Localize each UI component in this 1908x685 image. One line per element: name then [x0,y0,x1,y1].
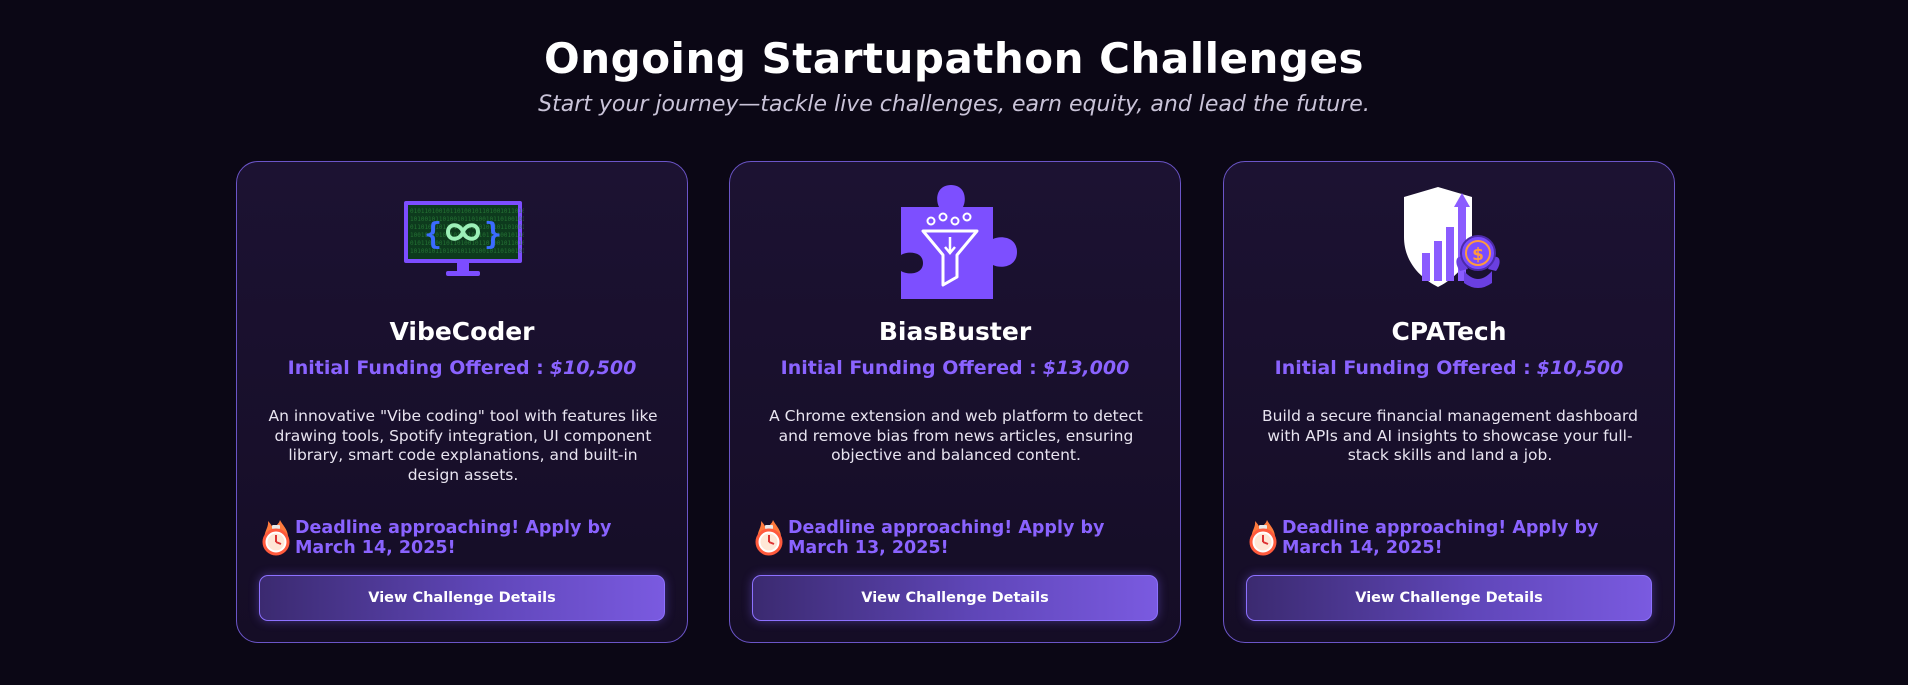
stopwatch-fire-icon [261,518,291,556]
challenge-card: BiasBuster Initial Funding Offered : $13,… [729,161,1181,643]
view-challenge-details-button[interactable]: View Challenge Details [752,575,1158,621]
challenge-description: Build a secure financial management dash… [1262,407,1638,464]
view-challenge-details-button[interactable]: View Challenge Details [259,575,665,621]
challenge-title: BiasBuster [878,317,1032,346]
stopwatch-fire-icon [754,518,784,556]
deadline-notice: Deadline approaching! Apply by March 14,… [1248,518,1658,558]
deadline-notice: Deadline approaching! Apply by March 14,… [261,518,671,558]
funding-label: Initial Funding Offered : [1274,357,1531,379]
stopwatch-fire-icon [1248,518,1278,556]
funding-label: Initial Funding Offered : [780,357,1037,379]
funding-offer: Initial Funding Offered : $10,500 [237,357,687,379]
deadline-notice: Deadline approaching! Apply by March 13,… [754,518,1164,558]
challenge-title: VibeCoder [389,317,535,346]
funding-amount: $13,000 [1042,357,1130,379]
funding-amount: $10,500 [1536,357,1624,379]
funding-amount: $10,500 [549,357,637,379]
funding-offer: Initial Funding Offered : $10,500 [1224,357,1674,379]
svg-text:010110100101101001011010010110: 0101101001011010010110100101101001 [410,208,524,215]
svg-text:{: { [424,217,442,252]
svg-text:}: } [484,217,502,252]
challenge-card: $ CPATech Initial Funding Offered : $10,5… [1223,161,1675,643]
section-title: Ongoing Startupathon Challenges [544,34,1364,83]
challenge-description: A Chrome extension and web platform to d… [769,407,1143,464]
shield-growth-dollar-icon: $ [1384,184,1516,294]
view-challenge-details-button[interactable]: View Challenge Details [1246,575,1652,621]
deadline-text: Deadline approaching! Apply by March 14,… [295,518,612,558]
monitor-infinity-code-icon: 0101101001011010010110100101101001 10100… [397,184,529,294]
funding-label: Initial Funding Offered : [287,357,544,379]
svg-text:$: $ [1472,245,1484,265]
challenge-description: An innovative "Vibe coding" tool with fe… [268,407,658,484]
deadline-text: Deadline approaching! Apply by March 13,… [788,518,1105,558]
puzzle-funnel-icon [890,184,1022,299]
challenge-title: CPATech [1391,317,1507,346]
funding-offer: Initial Funding Offered : $13,000 [730,357,1180,379]
deadline-text: Deadline approaching! Apply by March 14,… [1282,518,1599,558]
challenge-cards: 0101101001011010010110100101101001 10100… [236,161,1676,643]
section-subtitle: Start your journey—tackle live challenge… [538,92,1370,117]
challenge-card: 0101101001011010010110100101101001 10100… [236,161,688,643]
